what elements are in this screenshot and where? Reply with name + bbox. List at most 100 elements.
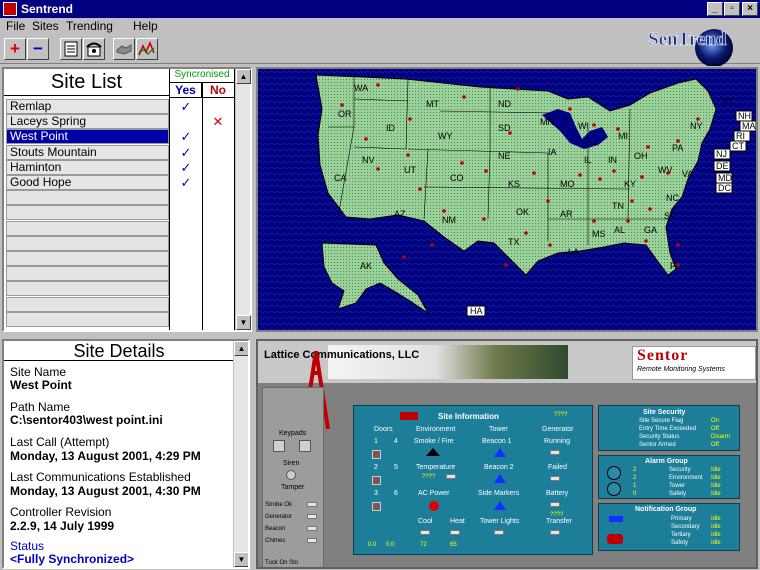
site-properties-button[interactable] [60, 38, 82, 60]
maximize-button[interactable]: ▫ [724, 2, 740, 16]
site-list-item[interactable]: Good Hope [6, 175, 169, 190]
site-list-item[interactable]: Remlap [6, 99, 169, 114]
site-marker[interactable] [630, 199, 634, 203]
site-list-item[interactable]: West Point [6, 129, 169, 145]
scroll-up-arrow[interactable]: ▲ [236, 69, 251, 84]
empty-site-row[interactable] [6, 296, 169, 312]
site-marker[interactable] [640, 175, 644, 179]
site-marker[interactable] [676, 139, 680, 143]
site-marker[interactable] [626, 219, 630, 223]
site-marker[interactable] [482, 217, 486, 221]
state-label-tx: TX [508, 237, 520, 247]
site-marker[interactable] [612, 169, 616, 173]
site-marker[interactable] [516, 87, 520, 91]
site-marker[interactable] [508, 131, 512, 135]
door-2-icon [372, 476, 381, 485]
site-marker[interactable] [364, 137, 368, 141]
site-list-item[interactable]: Stouts Mountain [6, 144, 169, 160]
site-list-item[interactable]: Haminton [6, 159, 169, 175]
site-info-badge [400, 412, 418, 420]
dial-site-button[interactable] [83, 38, 105, 60]
site-marker[interactable] [548, 243, 552, 247]
site-marker[interactable] [532, 171, 536, 175]
state-label-az: AZ [394, 209, 406, 219]
site-marker[interactable] [578, 173, 582, 177]
status-row-label: Tertiary [671, 532, 691, 538]
us-map[interactable]: WAORIDMT NDSDMN WIMINYVTNHMARICTNJDEMDDCCA… [258, 69, 756, 330]
path-name-value: C:\sentor403\west point.ini [10, 413, 163, 427]
controller-value: 2.2.9, 14 July 1999 [10, 519, 115, 533]
running-lamp [550, 450, 560, 455]
site-marker[interactable] [504, 263, 508, 267]
site-marker[interactable] [646, 145, 650, 149]
empty-site-row[interactable] [6, 266, 169, 282]
site-marker[interactable] [462, 95, 466, 99]
site-marker[interactable] [616, 127, 620, 131]
minimize-button[interactable]: _ [707, 2, 723, 16]
app-icon [3, 2, 17, 16]
site-marker[interactable] [430, 243, 434, 247]
status-row-label: Security Status [639, 434, 680, 440]
site-marker[interactable] [598, 177, 602, 181]
site-marker[interactable] [340, 103, 344, 107]
empty-site-row[interactable] [6, 251, 169, 266]
status-row-value: Idle [711, 540, 721, 546]
site-marker[interactable] [644, 239, 648, 243]
side-row-lamp [307, 502, 317, 507]
site-marker[interactable] [484, 169, 488, 173]
site-marker[interactable] [418, 187, 422, 191]
menu-sites[interactable]: Sites [32, 19, 59, 33]
state-label-wa: WA [354, 83, 368, 93]
site-marker[interactable] [696, 117, 700, 121]
menu-help[interactable]: Help [133, 19, 158, 33]
heat-lamp [450, 530, 460, 535]
site-marker[interactable] [592, 123, 596, 127]
door-3-icon [372, 502, 381, 511]
empty-site-row[interactable] [6, 190, 169, 206]
remove-site-button[interactable]: − [27, 38, 49, 60]
state-label-ma: MA [742, 121, 756, 131]
add-site-button[interactable]: + [4, 38, 26, 60]
site-marker[interactable] [524, 231, 528, 235]
site-marker[interactable] [648, 207, 652, 211]
site-marker[interactable] [676, 243, 680, 247]
siren-icon [286, 470, 296, 480]
empty-site-row[interactable] [6, 205, 169, 221]
menu-trending[interactable]: Trending [66, 19, 113, 33]
empty-site-row[interactable] [6, 220, 169, 236]
site-marker[interactable] [592, 219, 596, 223]
close-button[interactable]: × [742, 2, 758, 16]
site-marker[interactable] [376, 83, 380, 87]
site-list-item[interactable]: Laceys Spring [6, 114, 169, 130]
site-name-label: Site Name [10, 365, 67, 379]
site-marker[interactable] [546, 199, 550, 203]
details-scrollbar[interactable]: ▲ ▼ [233, 341, 248, 567]
connect-button[interactable] [113, 38, 135, 60]
site-marker[interactable] [408, 117, 412, 121]
state-label-ok: OK [516, 207, 529, 217]
scroll-down-arrow[interactable]: ▼ [234, 552, 248, 567]
site-marker[interactable] [442, 209, 446, 213]
site-marker[interactable] [568, 107, 572, 111]
status-value: <Fully Synchronized> [10, 552, 135, 566]
scroll-up-arrow[interactable]: ▲ [234, 341, 248, 356]
menu-file[interactable]: File [6, 19, 25, 33]
sync-yes-checkmark: ✓ [180, 159, 192, 175]
state-label-pa: PA [672, 143, 683, 153]
empty-site-row[interactable] [6, 311, 169, 327]
status-row-label: Safety [669, 491, 687, 497]
us-map-panel[interactable]: WA OR ID MT ND SD MN WI MI NY VT NH MA RI CT NJ DE MD DC CA… [256, 67, 758, 332]
site-marker[interactable] [402, 255, 406, 259]
site-marker[interactable] [676, 263, 680, 267]
state-label-ky: KY [624, 179, 636, 189]
site-marker[interactable] [406, 153, 410, 157]
empty-site-row[interactable] [6, 235, 169, 251]
empty-site-row[interactable] [6, 281, 169, 297]
site-marker[interactable] [666, 171, 670, 175]
site-marker[interactable] [460, 161, 464, 165]
status-row-label: Secondary [671, 524, 700, 530]
site-list-scrollbar[interactable]: ▲ ▼ [235, 69, 251, 330]
scroll-down-arrow[interactable]: ▼ [236, 315, 251, 330]
site-marker[interactable] [376, 167, 380, 171]
trend-button[interactable] [136, 38, 158, 60]
